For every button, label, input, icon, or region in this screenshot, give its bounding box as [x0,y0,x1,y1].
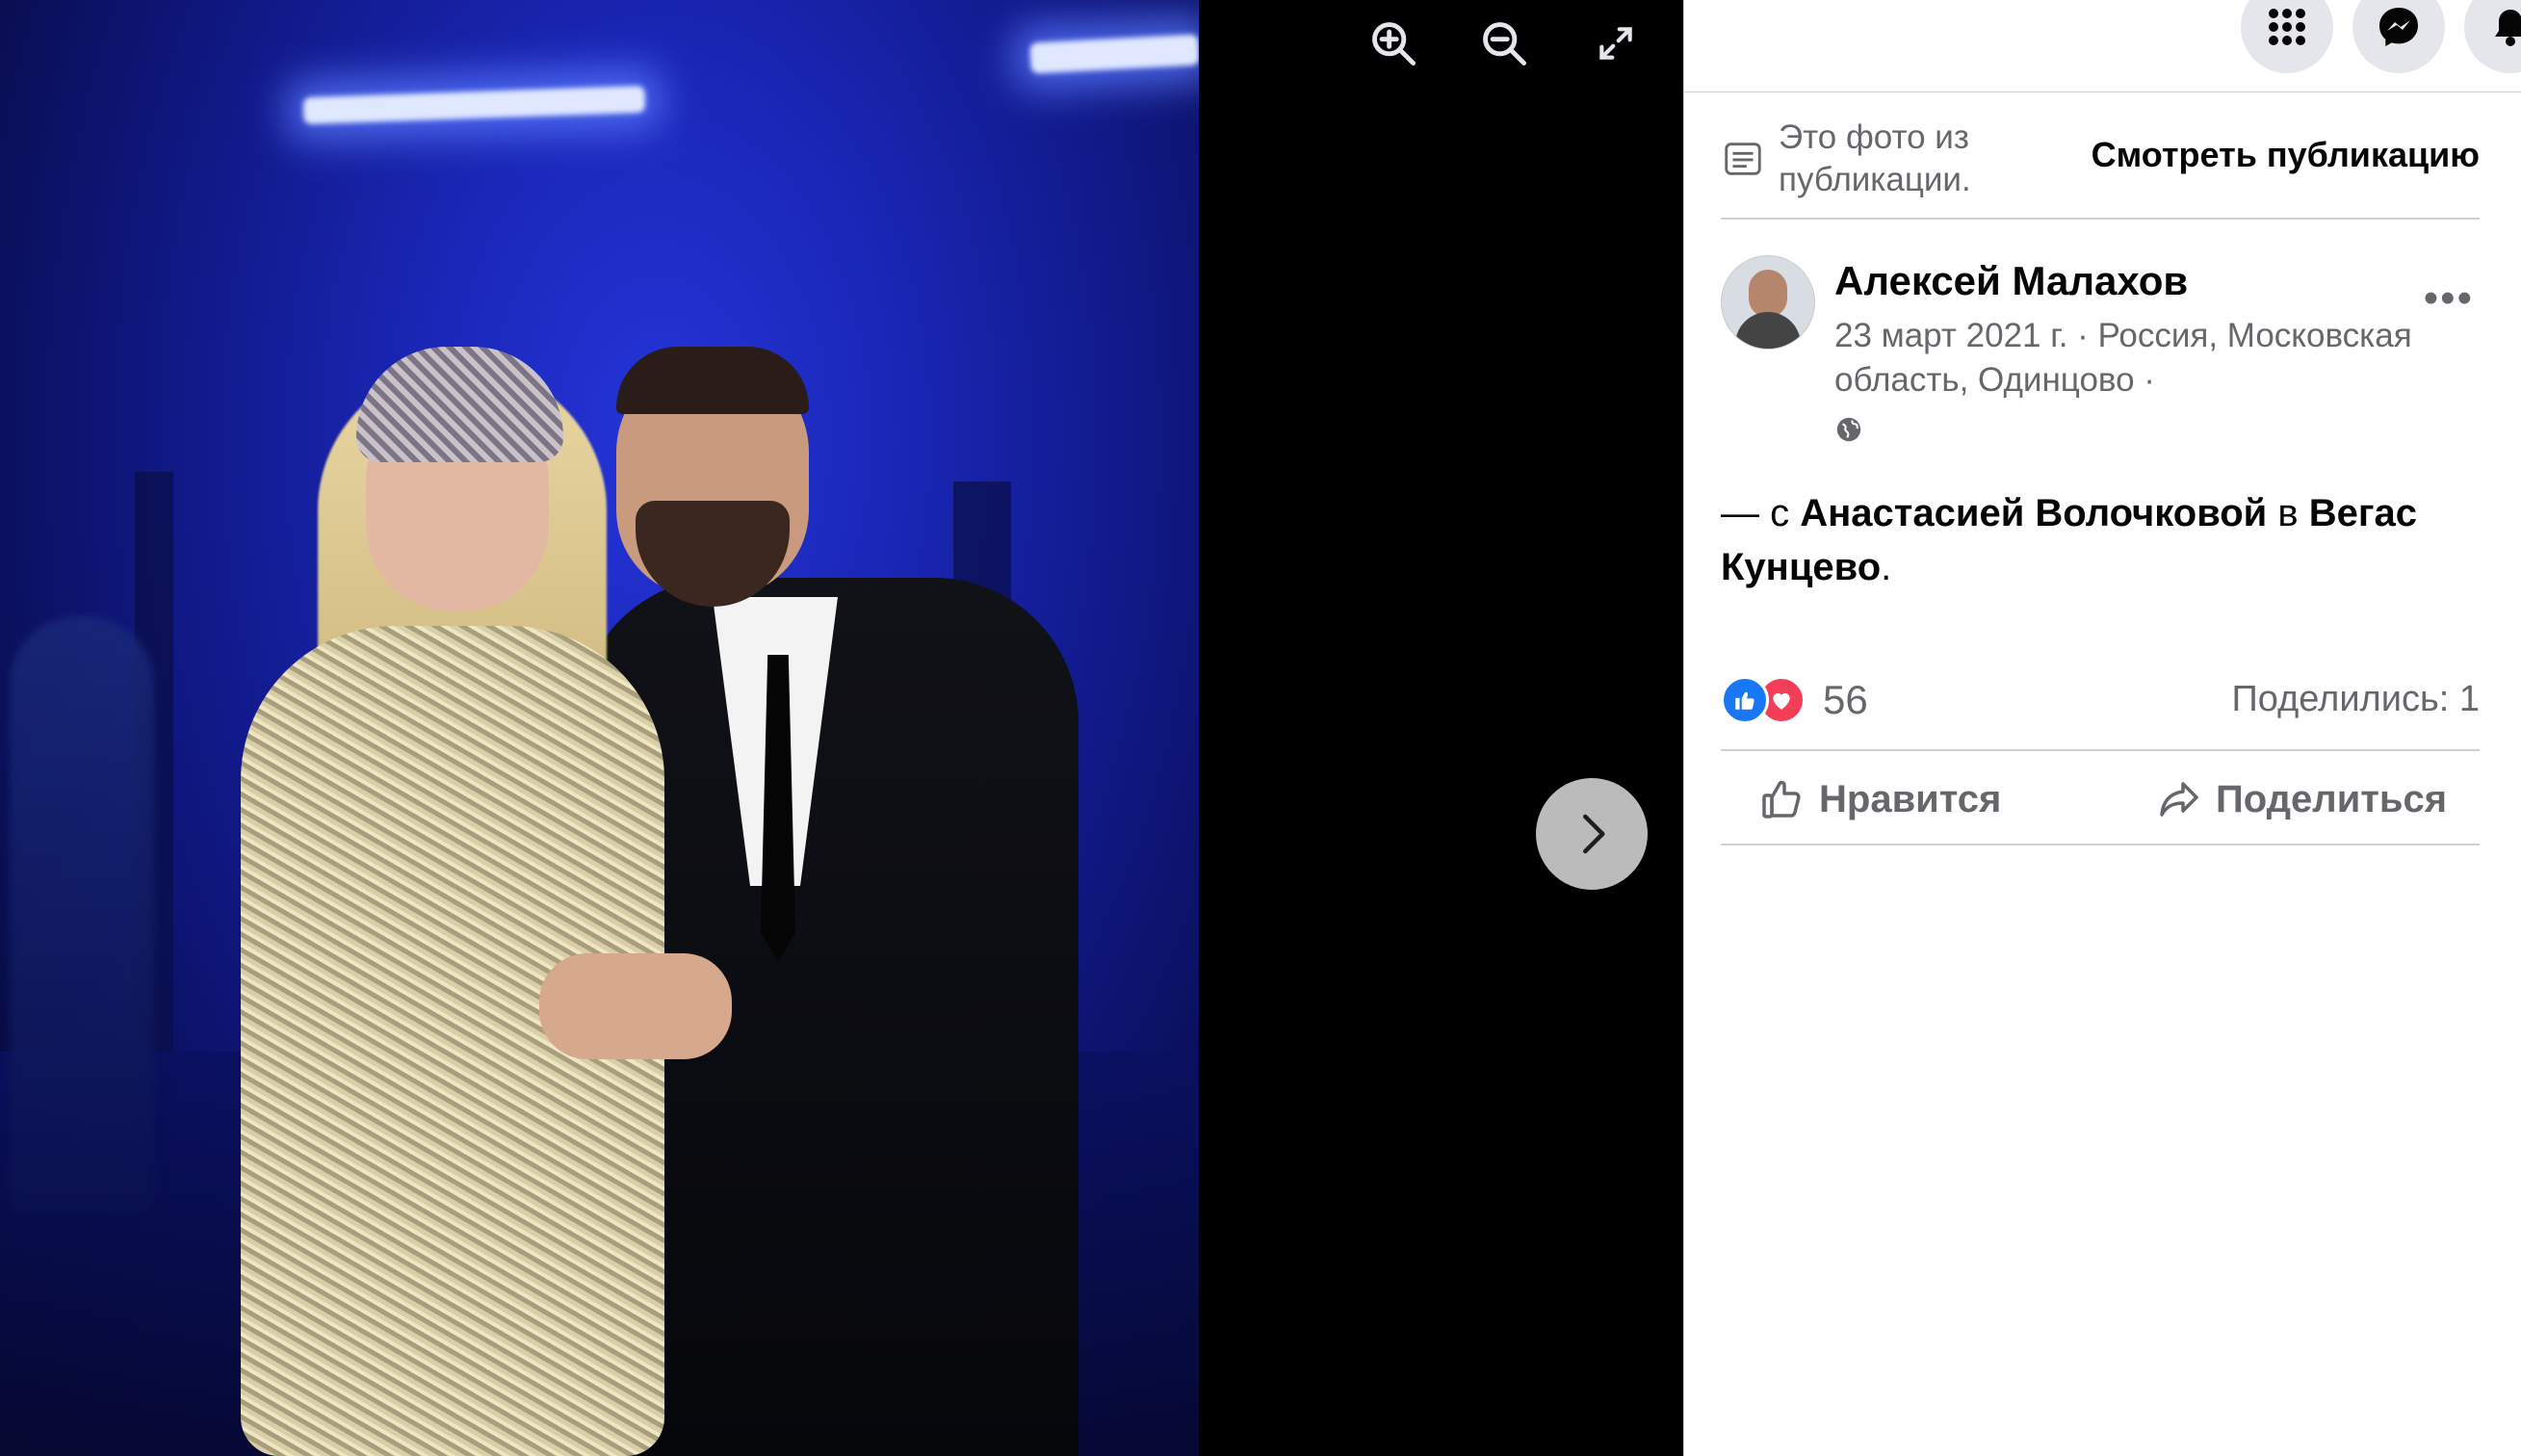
photo-viewer [0,0,1683,1456]
zoom-in-button[interactable] [1360,10,1427,77]
post-panel: Это фото из публикации. Смотреть публика… [1683,0,2521,1456]
messenger-button[interactable] [2352,0,2445,73]
divider [1721,218,2480,220]
next-photo-button[interactable] [1536,778,1648,890]
like-reaction-icon [1721,676,1769,724]
document-icon [1725,143,1761,175]
avatar-head [1749,270,1787,318]
shares-count[interactable]: Поделились: 1 [2231,679,2480,720]
avatar[interactable] [1721,255,1815,350]
fullscreen-button[interactable] [1582,10,1650,77]
top-bar [1684,0,2521,92]
post-meta: 23 март 2021 г. · Россия, Московская обл… [1834,314,2412,447]
globe-icon[interactable] [1834,415,1863,444]
zoom-out-button[interactable] [1470,10,1538,77]
menu-button[interactable] [2241,0,2333,73]
reactions-count: 56 [1823,677,1868,722]
fullscreen-icon [1599,27,1632,60]
view-post-link[interactable]: Смотреть публикацию [2092,135,2480,175]
caption-mid: в [2267,492,2309,534]
stage-light [302,85,646,125]
messenger-icon [2379,8,2418,46]
share-icon [2160,782,2198,817]
notifications-button[interactable] [2464,0,2521,73]
hands [539,953,732,1059]
caption-suffix: . [1881,546,1892,588]
share-label: Поделиться [2216,777,2448,820]
like-button[interactable]: Нравится [1759,770,2001,828]
tagged-person-link[interactable]: Анастасией Волочковой [1800,492,2267,534]
share-button[interactable]: Поделиться [2156,770,2447,828]
notice-text: Это фото из публикации. [1779,118,1971,198]
divider [1721,844,2480,845]
photo[interactable] [0,0,1199,1456]
chevron-right-icon [1583,814,1605,854]
author-name[interactable]: Алексей Малахов [1834,258,2188,304]
like-label: Нравится [1819,777,2002,820]
stage-light [1029,34,1199,74]
reactions-summary[interactable]: 56 [1721,676,1868,724]
avatar-body [1735,312,1801,349]
divider [1721,749,2480,751]
more-options-button[interactable]: ••• [2424,274,2474,323]
background-person [10,616,154,1213]
zoom-in-icon [1372,22,1416,66]
woman-headpiece [356,347,563,462]
menu-grid-icon [2269,9,2305,45]
post-caption: — с Анастасией Волочковой в Вегас Кунцев… [1721,486,2491,594]
man-hair [616,347,809,414]
caption-prefix: — с [1721,492,1801,534]
thumbs-up-icon [1762,780,1801,819]
notifications-icon [2495,10,2521,46]
zoom-out-icon [1483,22,1527,66]
post-date[interactable]: 23 март 2021 г. [1834,317,2067,354]
